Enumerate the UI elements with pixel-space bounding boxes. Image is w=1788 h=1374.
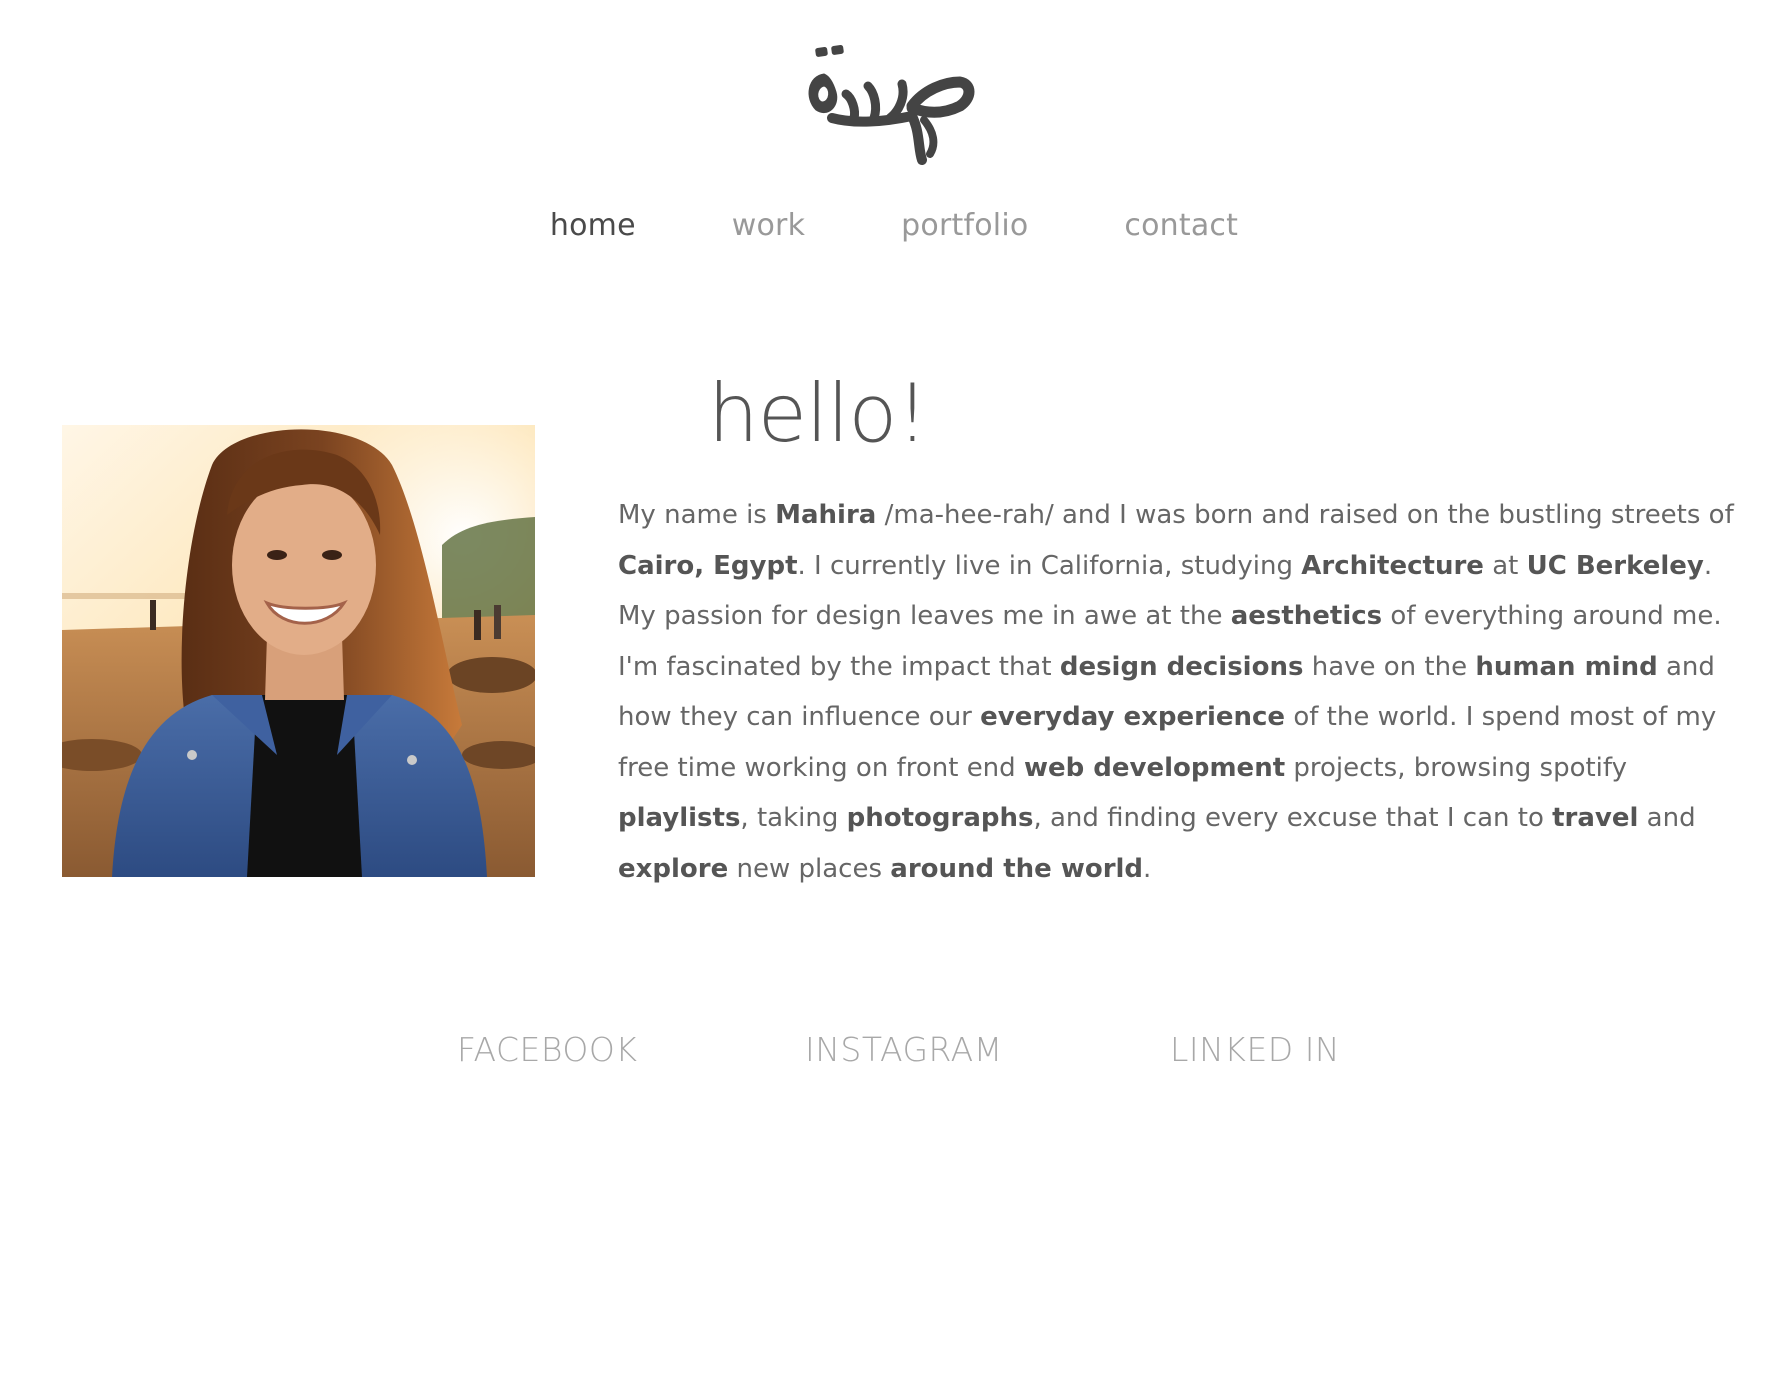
bio-text: and	[1638, 803, 1696, 833]
main-nav: home work portfolio contact	[0, 208, 1788, 243]
bio-highlight: photographs	[846, 803, 1034, 833]
facebook-link[interactable]: FACEBOOK	[457, 1030, 637, 1069]
bio-text: projects, browsing spotify	[1285, 752, 1627, 783]
logo[interactable]	[0, 36, 1788, 166]
bio-text: .	[1143, 853, 1152, 884]
bio-paragraph: My name is Mahira /ma-hee-rah/ and I was…	[618, 490, 1743, 894]
bio-text: , and finding every excuse that I can to	[1033, 803, 1553, 833]
bio-highlight: playlists	[618, 803, 741, 833]
bio-text: at	[1483, 550, 1527, 581]
bio-text: new places	[728, 853, 891, 884]
bio-highlight: around the world	[890, 853, 1144, 884]
portrait-photo	[62, 425, 535, 877]
bio-highlight: UC Berkeley	[1526, 550, 1704, 581]
nav-contact[interactable]: contact	[1124, 208, 1238, 243]
bio-highlight: travel	[1552, 803, 1639, 833]
instagram-link[interactable]: INSTAGRAM	[805, 1030, 1003, 1069]
bio-text: /ma-hee-rah/ and I was born and raised o…	[876, 500, 1734, 530]
bio-text: My name is	[618, 500, 776, 530]
bio-text: . I currently live in California, studyi…	[797, 550, 1302, 581]
nav-home[interactable]: home	[550, 208, 636, 243]
bio-highlight: everyday experience	[980, 702, 1286, 732]
nav-work[interactable]: work	[732, 208, 805, 243]
linkedin-link[interactable]: LINKED IN	[1170, 1030, 1340, 1069]
bio-highlight: Architecture	[1301, 550, 1484, 581]
bio-text: , taking	[740, 803, 847, 833]
nav-portfolio[interactable]: portfolio	[901, 208, 1028, 243]
bio-text: have on the	[1303, 651, 1476, 682]
greeting-heading: hello!	[708, 367, 928, 460]
bio-highlight: human mind	[1475, 651, 1658, 682]
bio-highlight: design decisions	[1059, 651, 1304, 682]
bio-highlight: Cairo, Egypt	[618, 550, 798, 581]
bio-highlight: aesthetics	[1230, 601, 1383, 631]
bio-highlight: Mahira	[775, 500, 877, 530]
bio-highlight: web development	[1023, 752, 1286, 783]
bio-highlight: explore	[618, 853, 729, 884]
arabic-calligraphy-logo	[808, 44, 975, 165]
